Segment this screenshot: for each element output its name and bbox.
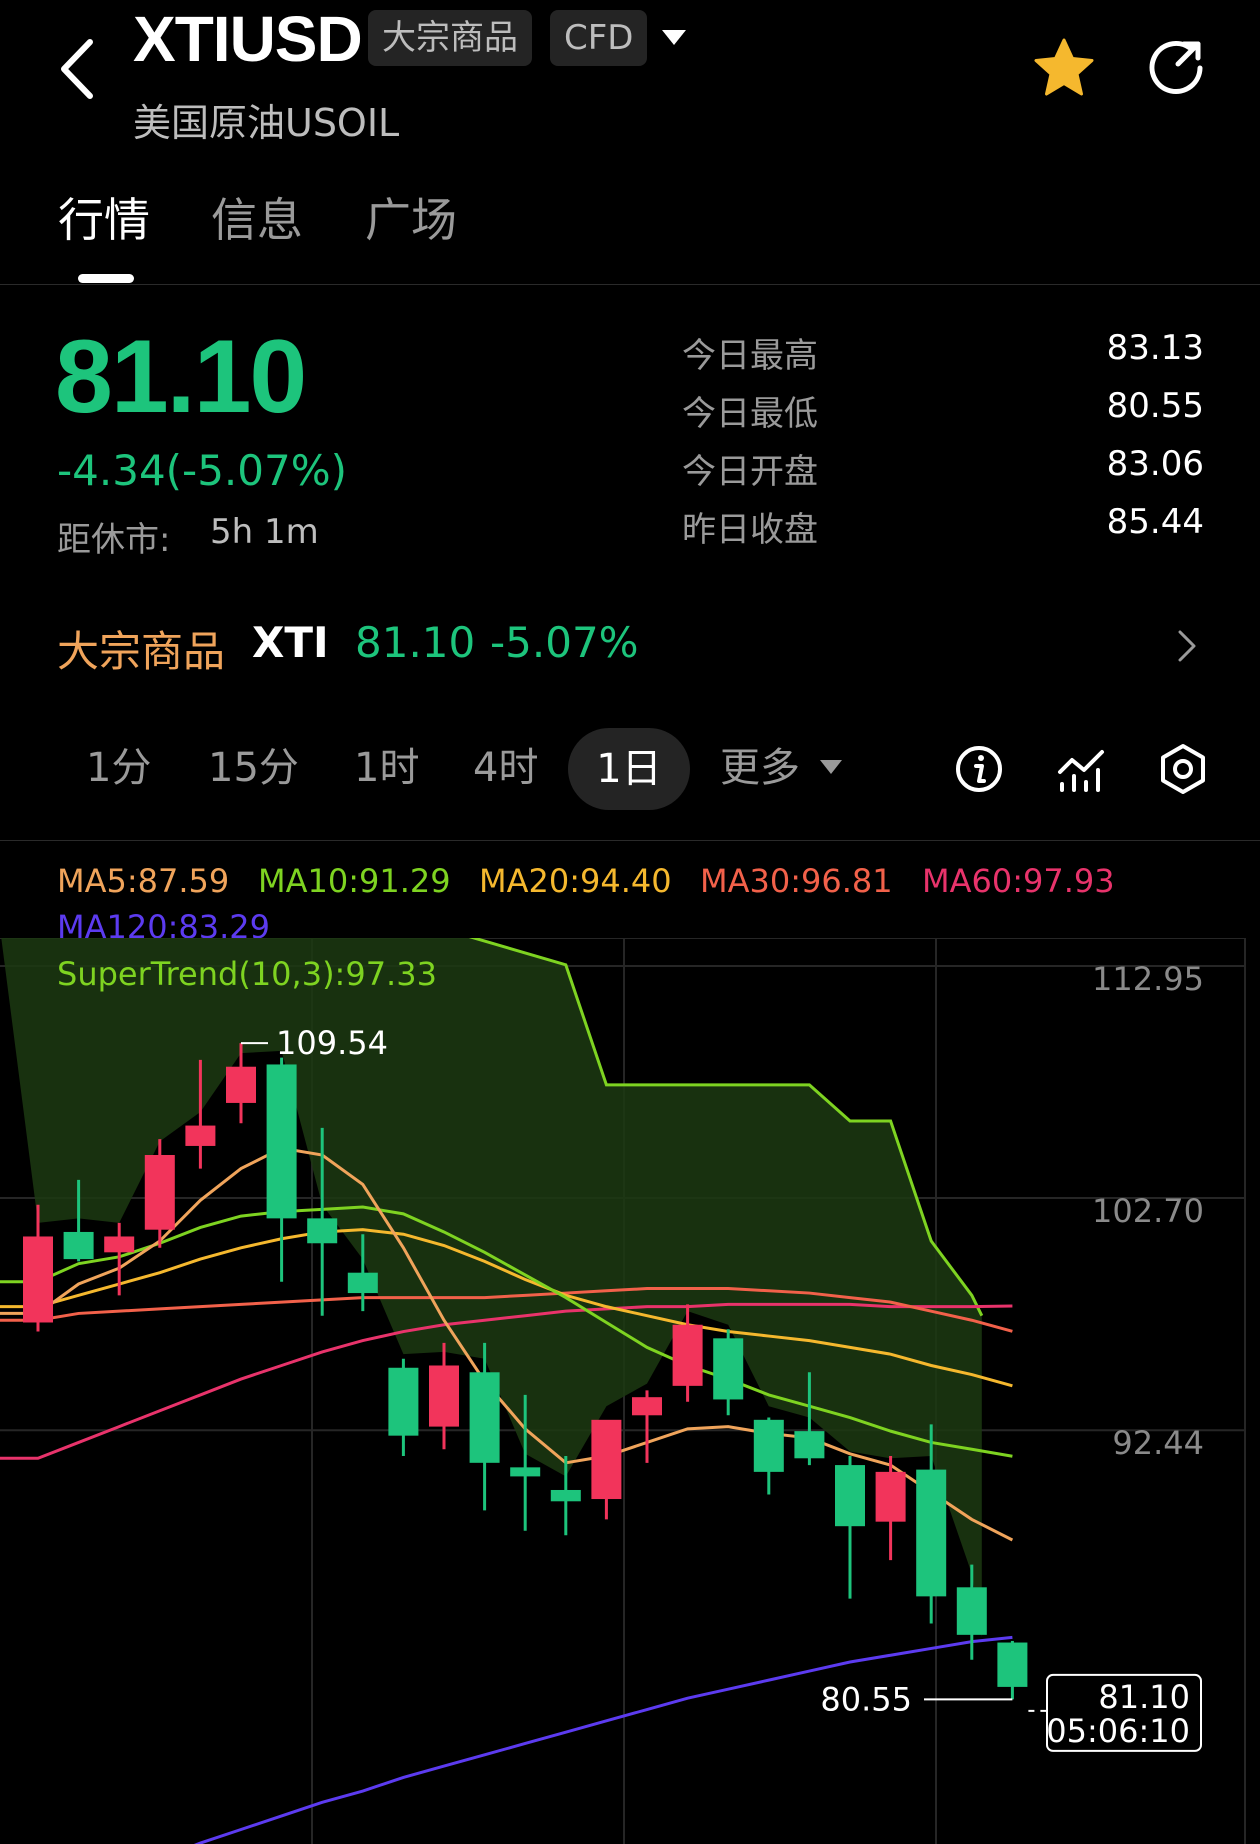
candle-body: [510, 1467, 541, 1477]
info-icon[interactable]: [954, 744, 1004, 794]
candle-body: [226, 1066, 256, 1103]
stat-prevclose-value: 85.44: [1106, 502, 1204, 542]
stat-open-value: 83.06: [1106, 444, 1204, 484]
related-price: 81.10: [355, 618, 476, 667]
cfd-tag: CFD: [550, 10, 648, 66]
candle-body: [429, 1365, 459, 1427]
ma60-legend: MA60:97.93: [922, 862, 1115, 900]
ma20-legend: MA20:94.40: [479, 862, 672, 900]
candle-body: [632, 1397, 662, 1416]
supertrend-fill: [1, 938, 984, 1638]
period-1d-selected[interactable]: 1日: [568, 728, 690, 810]
candle-body: [185, 1125, 216, 1146]
stat-high-value: 83.13: [1106, 328, 1204, 368]
ma120-line: [193, 1635, 1013, 1844]
price-change: -4.34(-5.07%): [57, 446, 348, 495]
stat-low-label: 今日最低: [682, 394, 818, 434]
stat-low-value: 80.55: [1106, 386, 1204, 426]
candle-body: [997, 1642, 1028, 1687]
candle-body: [753, 1419, 784, 1472]
candle-body: [307, 1218, 338, 1244]
category-tag: 大宗商品: [368, 10, 532, 66]
candle-body: [266, 1064, 297, 1219]
supertrend-area: [1, 938, 982, 1638]
candle-body: [591, 1419, 622, 1500]
divider: [0, 284, 1260, 285]
candle-body: [347, 1272, 378, 1294]
y-tick-label: 112.95: [1092, 960, 1204, 998]
share-icon[interactable]: [1146, 38, 1206, 98]
y-tick-label: 102.70: [1092, 1192, 1204, 1230]
candlestick-chart[interactable]: 112.95 102.70 92.44 SuperTrend(10,3):97.33…: [0, 938, 1260, 1844]
chevron-right-icon[interactable]: [1176, 628, 1198, 664]
ma30-legend: MA30:96.81: [700, 862, 893, 900]
period-1m[interactable]: 1分: [86, 746, 151, 828]
candle-body: [713, 1338, 744, 1400]
period-1h[interactable]: 1时: [354, 746, 419, 828]
period-more[interactable]: 更多: [720, 746, 800, 828]
chevron-down-icon[interactable]: [820, 760, 842, 774]
market-close-countdown: 5h 1m: [210, 512, 319, 552]
tab-square[interactable]: 广场: [365, 184, 457, 250]
tab-info[interactable]: 信息: [211, 184, 303, 250]
active-tab-indicator: [78, 274, 134, 283]
candle-body: [144, 1154, 175, 1230]
candle-body: [672, 1324, 703, 1386]
candle-body: [956, 1587, 987, 1635]
last-price-label: 81.10: [1098, 1678, 1190, 1716]
y-tick-label: 92.44: [1112, 1424, 1204, 1462]
candle-body: [875, 1471, 906, 1522]
candle-body: [63, 1231, 94, 1260]
period-4h[interactable]: 4时: [473, 746, 538, 828]
instrument-name: 美国原油USOIL: [133, 101, 400, 145]
candle-body: [916, 1469, 947, 1597]
market-close-label: 距休市:: [57, 520, 171, 560]
symbol-dropdown-icon[interactable]: [662, 30, 686, 45]
candle-body: [794, 1431, 825, 1459]
ma10-legend: MA10:91.29: [258, 862, 451, 900]
candle-body: [388, 1367, 419, 1436]
symbol-title: XTIUSD: [133, 3, 363, 75]
stat-high-label: 今日最高: [682, 336, 818, 376]
related-category[interactable]: 大宗商品: [57, 618, 225, 679]
supertrend-legend: SuperTrend(10,3):97.33: [57, 955, 437, 993]
settings-gear-icon[interactable]: [1156, 742, 1210, 796]
period-15m[interactable]: 15分: [208, 746, 299, 828]
back-icon[interactable]: [52, 34, 108, 104]
favorite-star-icon[interactable]: [1032, 36, 1096, 100]
candle-body: [835, 1465, 865, 1527]
y-axis: 112.95 102.70 92.44: [1092, 960, 1204, 1462]
high-price-label: 109.54: [276, 1024, 388, 1062]
related-code[interactable]: XTI: [252, 618, 329, 667]
low-price-label: 80.55: [820, 1680, 912, 1718]
divider: [0, 840, 1260, 841]
indicator-chart-icon[interactable]: [1056, 744, 1106, 794]
last-price: 81.10: [55, 319, 307, 435]
ma5-legend: MA5:87.59: [57, 862, 230, 900]
last-time-label: 05:06:10: [1046, 1712, 1190, 1750]
stat-prevclose-label: 昨日收盘: [682, 510, 818, 550]
candle-body: [550, 1489, 581, 1502]
tab-quote[interactable]: 行情: [58, 184, 150, 250]
related-change: -5.07%: [490, 618, 639, 667]
stat-open-label: 今日开盘: [682, 452, 818, 492]
candle-body: [104, 1236, 135, 1253]
candle-body: [23, 1236, 53, 1323]
candle-body: [469, 1372, 500, 1463]
